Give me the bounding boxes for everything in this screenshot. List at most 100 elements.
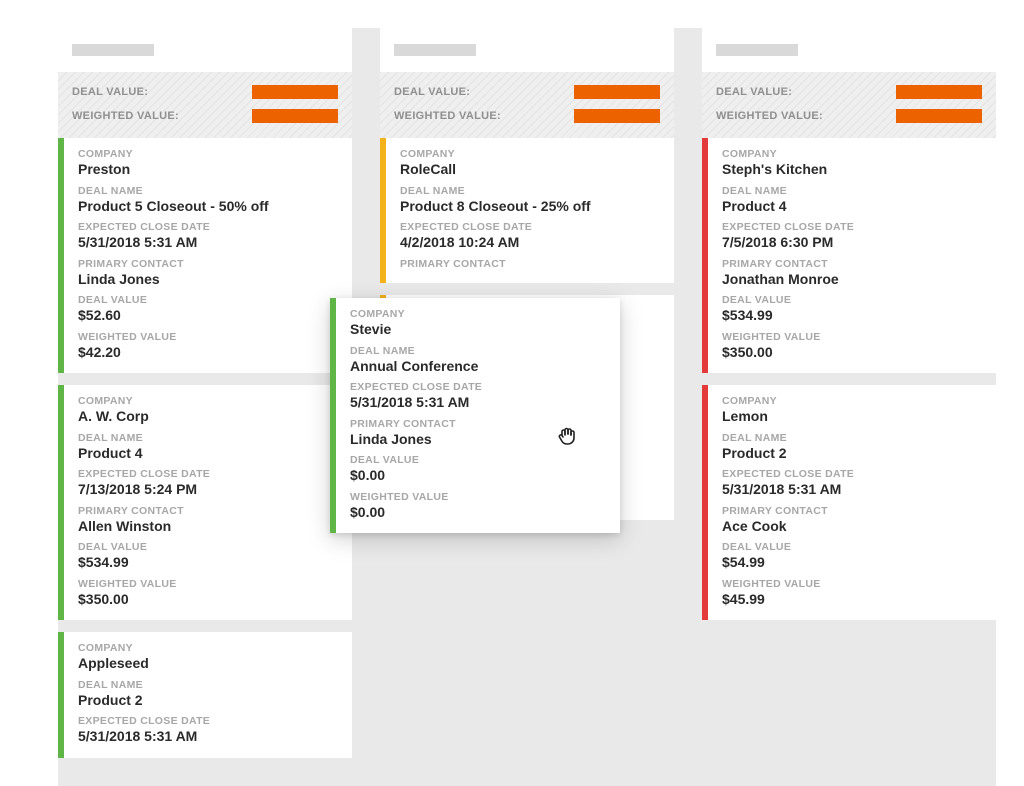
summary-weighted-value-bar: [896, 109, 982, 123]
summary-weighted-value-bar: [252, 109, 338, 123]
summary-deal-value-bar: [252, 85, 338, 99]
deal-name-label: DEAL NAME: [78, 432, 338, 444]
expected-close-label: EXPECTED CLOSE DATE: [78, 715, 338, 727]
column-header: [58, 28, 352, 72]
deal-card-dragging[interactable]: COMPANYStevie DEAL NAMEAnnual Conference…: [330, 298, 620, 533]
summary-weighted-value-label: WEIGHTED VALUE:: [394, 110, 501, 122]
deal-name-value: Product 5 Closeout - 50% off: [78, 198, 338, 216]
deal-value-label: DEAL VALUE: [722, 294, 982, 306]
company-value: Preston: [78, 161, 338, 179]
column-header: [380, 28, 674, 72]
primary-contact-label: PRIMARY CONTACT: [722, 258, 982, 270]
primary-contact-value: Ace Cook: [722, 518, 982, 536]
primary-contact-label: PRIMARY CONTACT: [350, 418, 606, 430]
company-label: COMPANY: [350, 308, 606, 320]
summary-weighted-value-label: WEIGHTED VALUE:: [72, 110, 179, 122]
pipeline-column: DEAL VALUE: WEIGHTED VALUE: COMPANYSteph…: [702, 28, 996, 786]
column-title-placeholder: [716, 44, 798, 56]
weighted-value-label: WEIGHTED VALUE: [78, 331, 338, 343]
deal-card[interactable]: COMPANYA. W. Corp DEAL NAMEProduct 4 EXP…: [58, 385, 352, 620]
column-title-placeholder: [394, 44, 476, 56]
company-value: Steph's Kitchen: [722, 161, 982, 179]
deal-name-label: DEAL NAME: [350, 345, 606, 357]
summary-deal-value-bar: [896, 85, 982, 99]
deal-card[interactable]: COMPANYLemon DEAL NAMEProduct 2 EXPECTED…: [702, 385, 996, 620]
weighted-value-value: $350.00: [78, 591, 338, 609]
primary-contact-value: Linda Jones: [350, 431, 606, 449]
expected-close-value: 5/31/2018 5:31 AM: [722, 481, 982, 499]
deal-name-label: DEAL NAME: [400, 185, 660, 197]
column-card-list[interactable]: COMPANYSteph's Kitchen DEAL NAMEProduct …: [702, 138, 996, 620]
deal-name-label: DEAL NAME: [722, 432, 982, 444]
column-header: [702, 28, 996, 72]
primary-contact-value: Jonathan Monroe: [722, 271, 982, 289]
summary-weighted-value-bar: [574, 109, 660, 123]
primary-contact-value: Allen Winston: [78, 518, 338, 536]
deal-value-label: DEAL VALUE: [78, 294, 338, 306]
company-value: Stevie: [350, 321, 606, 339]
deal-value-value: $534.99: [78, 554, 338, 572]
expected-close-label: EXPECTED CLOSE DATE: [722, 221, 982, 233]
company-value: Appleseed: [78, 655, 338, 673]
weighted-value-value: $0.00: [350, 504, 606, 522]
column-card-list[interactable]: COMPANYPreston DEAL NAMEProduct 5 Closeo…: [58, 138, 352, 758]
summary-deal-value-label: DEAL VALUE:: [394, 86, 470, 98]
company-value: A. W. Corp: [78, 408, 338, 426]
deal-name-value: Product 4: [722, 198, 982, 216]
column-summary: DEAL VALUE: WEIGHTED VALUE:: [702, 72, 996, 138]
deal-card[interactable]: COMPANYSteph's Kitchen DEAL NAMEProduct …: [702, 138, 996, 373]
deal-card[interactable]: COMPANYPreston DEAL NAMEProduct 5 Closeo…: [58, 138, 352, 373]
company-label: COMPANY: [400, 148, 660, 160]
expected-close-label: EXPECTED CLOSE DATE: [78, 468, 338, 480]
deal-card[interactable]: COMPANYRoleCall DEAL NAMEProduct 8 Close…: [380, 138, 674, 283]
weighted-value-label: WEIGHTED VALUE: [78, 578, 338, 590]
deal-card[interactable]: COMPANYAppleseed DEAL NAMEProduct 2 EXPE…: [58, 632, 352, 758]
deal-value-value: $54.99: [722, 554, 982, 572]
primary-contact-label: PRIMARY CONTACT: [400, 258, 660, 270]
deal-value-value: $0.00: [350, 467, 606, 485]
weighted-value-label: WEIGHTED VALUE: [722, 578, 982, 590]
summary-deal-value-label: DEAL VALUE:: [72, 86, 148, 98]
weighted-value-value: $45.99: [722, 591, 982, 609]
expected-close-value: 7/13/2018 5:24 PM: [78, 481, 338, 499]
company-label: COMPANY: [78, 642, 338, 654]
pipeline-column: DEAL VALUE: WEIGHTED VALUE: COMPANYPrest…: [58, 28, 352, 786]
summary-deal-value-label: DEAL VALUE:: [716, 86, 792, 98]
primary-contact-label: PRIMARY CONTACT: [78, 258, 338, 270]
deal-name-value: Product 4: [78, 445, 338, 463]
company-label: COMPANY: [722, 148, 982, 160]
company-label: COMPANY: [78, 395, 338, 407]
company-label: COMPANY: [78, 148, 338, 160]
weighted-value-label: WEIGHTED VALUE: [722, 331, 982, 343]
expected-close-value: 5/31/2018 5:31 AM: [78, 728, 338, 746]
deal-name-value: Product 2: [722, 445, 982, 463]
expected-close-value: 7/5/2018 6:30 PM: [722, 234, 982, 252]
deal-value-value: $52.60: [78, 307, 338, 325]
column-summary: DEAL VALUE: WEIGHTED VALUE:: [380, 72, 674, 138]
primary-contact-value: Linda Jones: [78, 271, 338, 289]
deal-name-value: Annual Conference: [350, 358, 606, 376]
primary-contact-label: PRIMARY CONTACT: [78, 505, 338, 517]
weighted-value-label: WEIGHTED VALUE: [350, 491, 606, 503]
expected-close-label: EXPECTED CLOSE DATE: [400, 221, 660, 233]
summary-deal-value-bar: [574, 85, 660, 99]
deal-name-label: DEAL NAME: [722, 185, 982, 197]
deal-name-value: Product 8 Closeout - 25% off: [400, 198, 660, 216]
primary-contact-label: PRIMARY CONTACT: [722, 505, 982, 517]
company-label: COMPANY: [722, 395, 982, 407]
deal-value-label: DEAL VALUE: [722, 541, 982, 553]
weighted-value-value: $350.00: [722, 344, 982, 362]
expected-close-label: EXPECTED CLOSE DATE: [350, 381, 606, 393]
company-value: RoleCall: [400, 161, 660, 179]
expected-close-value: 4/2/2018 10:24 AM: [400, 234, 660, 252]
deal-name-label: DEAL NAME: [78, 185, 338, 197]
deal-value-value: $534.99: [722, 307, 982, 325]
company-value: Lemon: [722, 408, 982, 426]
deal-name-value: Product 2: [78, 692, 338, 710]
summary-weighted-value-label: WEIGHTED VALUE:: [716, 110, 823, 122]
deal-name-label: DEAL NAME: [78, 679, 338, 691]
expected-close-label: EXPECTED CLOSE DATE: [78, 221, 338, 233]
expected-close-label: EXPECTED CLOSE DATE: [722, 468, 982, 480]
column-summary: DEAL VALUE: WEIGHTED VALUE:: [58, 72, 352, 138]
expected-close-value: 5/31/2018 5:31 AM: [78, 234, 338, 252]
